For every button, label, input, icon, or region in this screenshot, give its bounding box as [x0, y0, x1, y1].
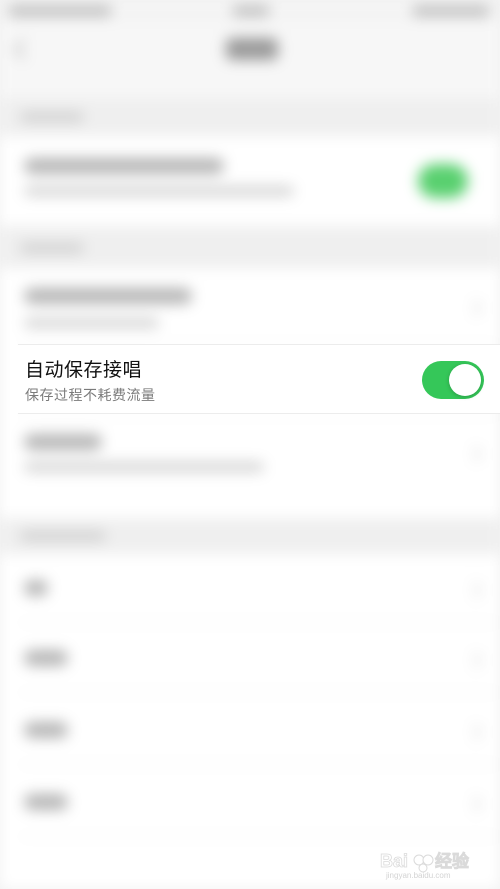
settings-card-3 [0, 554, 500, 889]
back-icon[interactable] [12, 38, 35, 61]
auto-save-setting-row[interactable]: 自动保存接唱 保存过程不耗费流量 [18, 344, 500, 414]
blurred-row-title [24, 434, 102, 450]
divider [20, 692, 500, 693]
auto-save-title: 自动保存接唱 [25, 359, 143, 381]
auto-save-toggle[interactable] [422, 361, 484, 399]
blurred-background [0, 0, 500, 889]
chevron-right-icon [465, 445, 483, 463]
blurred-row-title [24, 794, 68, 810]
chevron-right-icon [465, 581, 483, 599]
status-time [232, 6, 270, 16]
blurred-row-subtitle [24, 186, 294, 196]
section-header-label [20, 531, 106, 541]
status-right [412, 6, 490, 16]
svg-text:经验: 经验 [435, 851, 470, 872]
section-header-1 [0, 98, 500, 136]
blurred-row-title [24, 288, 192, 304]
baidu-jingyan-watermark: Bai 经验 jingyan.baidu.com [378, 843, 488, 881]
svg-text:jingyan.baidu.com: jingyan.baidu.com [385, 871, 451, 880]
navigation-bar [0, 22, 500, 98]
blurred-row-title [24, 722, 68, 738]
blurred-row-title [24, 650, 68, 666]
auto-save-subtitle: 保存过程不耗费流量 [25, 388, 156, 404]
blurred-toggle[interactable] [418, 164, 468, 198]
chevron-right-icon [465, 795, 483, 813]
section-header-label [20, 112, 84, 122]
blurred-row-title [24, 580, 48, 596]
status-left [8, 6, 112, 16]
chevron-right-icon [465, 651, 483, 669]
section-header-2 [0, 226, 500, 268]
blurred-row-subtitle [24, 462, 264, 472]
divider [20, 414, 500, 415]
svg-text:Bai: Bai [380, 851, 408, 871]
divider [20, 622, 500, 623]
divider [20, 764, 500, 765]
status-bar [0, 0, 500, 22]
section-header-3 [0, 518, 500, 554]
chevron-right-icon [465, 299, 483, 317]
baidu-jingyan-logo-icon: Bai 经验 jingyan.baidu.com [380, 851, 471, 880]
blurred-row-subtitle [24, 318, 159, 328]
settings-card-1 [0, 136, 500, 226]
divider [20, 836, 500, 837]
section-header-label [20, 243, 84, 253]
page-title [226, 38, 278, 60]
blurred-row-title [24, 158, 224, 174]
toggle-knob [449, 364, 481, 396]
chevron-right-icon [465, 723, 483, 741]
